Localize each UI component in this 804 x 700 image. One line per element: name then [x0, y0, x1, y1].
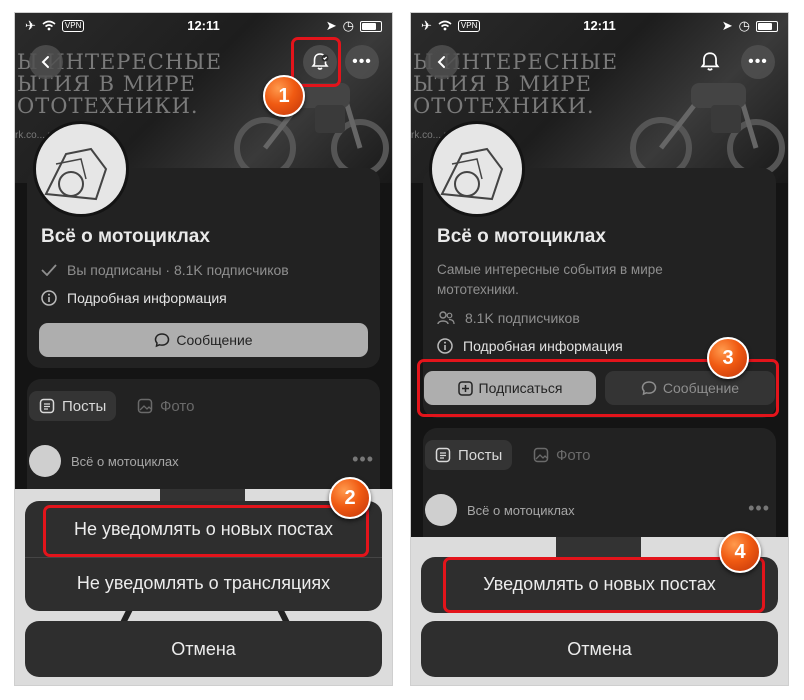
tab-photos[interactable]: Фото [523, 440, 600, 470]
back-button[interactable] [425, 45, 459, 79]
avatar [33, 121, 129, 217]
back-button[interactable] [29, 45, 63, 79]
sheet-option-disable-streams[interactable]: Не уведомлять о трансляциях [25, 573, 382, 594]
cancel-button[interactable]: Отмена [25, 621, 382, 677]
group-name: Всё о мотоциклах [41, 226, 210, 247]
avatar [429, 121, 525, 217]
posts-icon [39, 398, 55, 414]
step-marker-4: 4 [719, 531, 761, 573]
group-description: Самые интересные события в мире мототехн… [437, 262, 663, 297]
post-more-button[interactable]: ••• [352, 449, 374, 470]
location-icon: ➤ [325, 18, 337, 33]
step-marker-1: 1 [263, 75, 305, 117]
subscription-status: Вы подписаны · 8.1K подписчиков [41, 262, 289, 278]
info-icon [41, 290, 57, 306]
message-button[interactable]: Сообщение [39, 323, 368, 357]
location-icon: ➤ [721, 18, 733, 33]
notification-bell-button[interactable] [303, 45, 337, 79]
post-author: Всё о мотоциклах [71, 453, 179, 469]
posts-icon [435, 447, 451, 463]
sheet-divider [25, 557, 382, 558]
more-options-button[interactable]: ••• [345, 45, 379, 79]
status-bar: ✈ VPN 12:11 ➤ ◷ [15, 13, 392, 37]
more-icon: ••• [352, 53, 372, 70]
post-author: Всё о мотоциклах [467, 502, 575, 518]
step-marker-3: 3 [707, 337, 749, 379]
people-icon [437, 311, 455, 325]
detailed-info-link[interactable]: Подробная информация [437, 338, 623, 354]
group-name: Всё о мотоциклах [437, 226, 606, 247]
post-more-button[interactable]: ••• [748, 498, 770, 519]
cancel-button[interactable]: Отмена [421, 621, 778, 677]
status-bar: ✈ VPN 12:11 ➤ ◷ [411, 13, 788, 37]
chat-icon [641, 381, 657, 396]
battery-icon [756, 20, 778, 32]
notification-action-sheet: Не уведомлять о новых постах Не уведомля… [25, 501, 382, 611]
photo-icon [533, 447, 549, 463]
post-header: Всё о мотоциклах [29, 445, 179, 477]
tab-posts[interactable]: Посты [425, 440, 513, 470]
subscriber-count: 8.1K подписчиков [437, 310, 580, 326]
plus-square-icon [457, 380, 473, 396]
tab-posts[interactable]: Посты [29, 391, 117, 421]
alarm-icon: ◷ [738, 18, 750, 33]
chat-icon [155, 333, 170, 348]
detailed-info-link[interactable]: Подробная информация [41, 290, 227, 306]
info-icon [437, 338, 453, 354]
more-icon: ••• [748, 53, 768, 70]
post-header: Всё о мотоциклах [425, 494, 575, 526]
alarm-icon: ◷ [342, 18, 354, 33]
bell-check-icon [311, 53, 329, 70]
post-avatar [29, 445, 61, 477]
check-icon [41, 264, 57, 276]
photo-icon [137, 398, 153, 414]
battery-icon [360, 20, 382, 32]
notification-bell-button[interactable] [693, 45, 727, 79]
sheet-option-enable-posts[interactable]: Уведомлять о новых постах [421, 574, 778, 595]
phone-screen-left: ✈ VPN 12:11 ➤ ◷ Ы ИНТЕРЕСНЫЕ ЫТИЯ В МИРЕ О… [14, 12, 393, 686]
subscribe-button[interactable]: Подписаться [424, 371, 596, 405]
bell-icon [700, 52, 720, 71]
message-button[interactable]: Сообщение [605, 371, 775, 405]
phone-screen-right: ✈ VPN 12:11 ➤ ◷ Ы ИНТЕРЕСНЫЕ ЫТИЯ В МИРЕ О… [410, 12, 789, 686]
step-marker-2: 2 [329, 477, 371, 519]
post-avatar [425, 494, 457, 526]
tab-photos[interactable]: Фото [127, 391, 204, 421]
sheet-option-disable-posts[interactable]: Не уведомлять о новых постах [25, 519, 382, 540]
more-options-button[interactable]: ••• [741, 45, 775, 79]
